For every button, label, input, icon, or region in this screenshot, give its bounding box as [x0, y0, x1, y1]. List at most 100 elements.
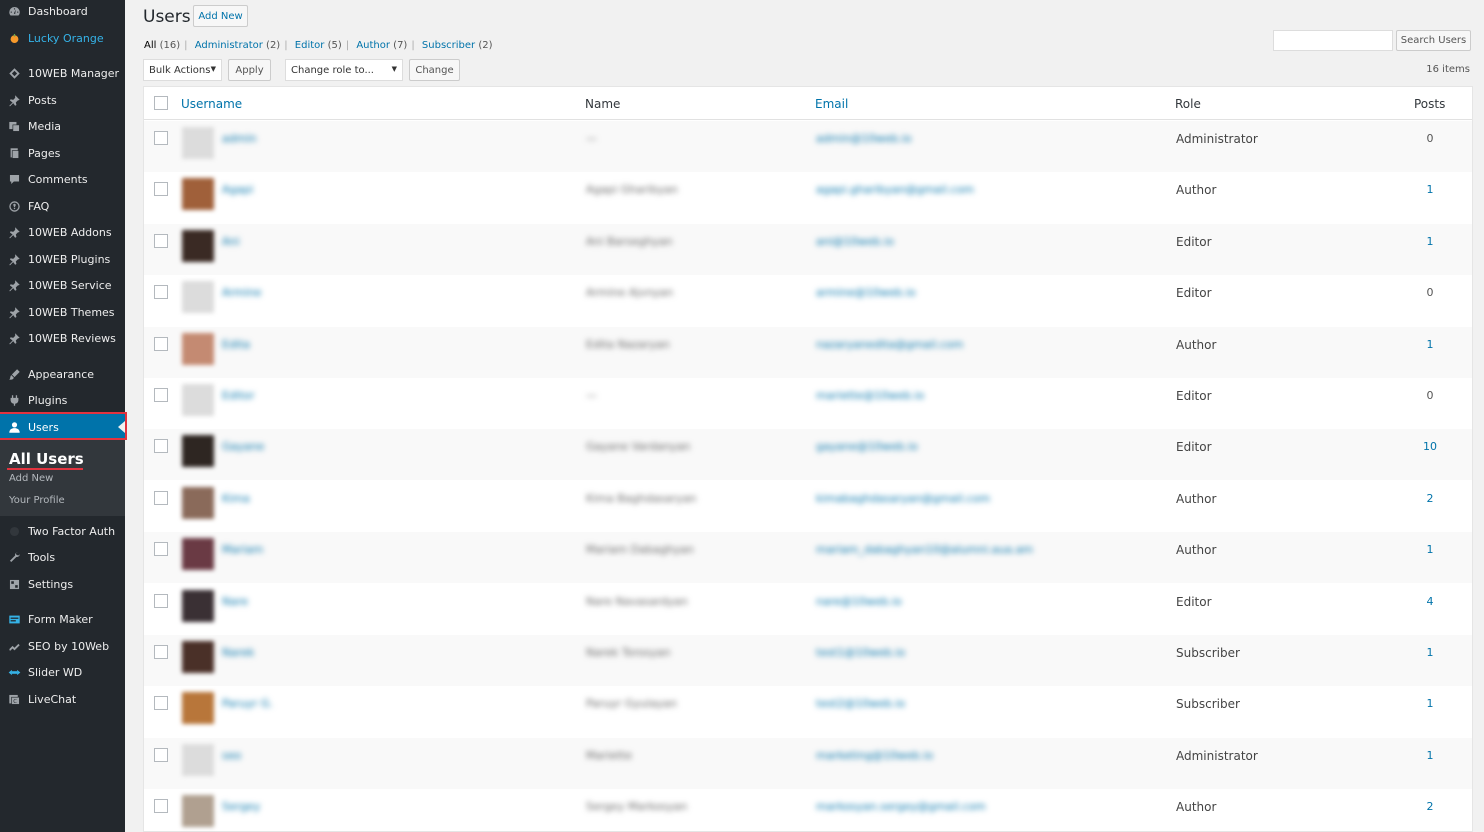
- row-checkbox[interactable]: [154, 233, 168, 248]
- apply-button[interactable]: Apply: [228, 59, 271, 81]
- sidebar-item-comments[interactable]: Comments: [0, 166, 125, 192]
- search-users-input[interactable]: [1273, 30, 1393, 51]
- sidebar-item-plugins[interactable]: Plugins: [0, 387, 125, 413]
- sidebar-item-livechat[interactable]: C LiveChat: [0, 686, 125, 712]
- row-checkbox[interactable]: [154, 388, 168, 402]
- role-value: Author: [1176, 183, 1217, 198]
- table-row: Gayane Gayane Vardanyan gayane@10web.io Edi…: [144, 429, 1472, 481]
- username-link[interactable]: Paruyr G.: [222, 697, 273, 710]
- sidebar-item-dashboard[interactable]: Dashboard: [0, 0, 125, 24]
- filter-editor[interactable]: Editor: [295, 40, 325, 51]
- posts-count[interactable]: 1: [1400, 235, 1460, 248]
- row-checkbox[interactable]: [154, 542, 168, 557]
- posts-count[interactable]: 1: [1400, 183, 1460, 196]
- sidebar-item-faq[interactable]: FAQ: [0, 193, 125, 219]
- sidebar-item-10web-service[interactable]: 10WEB Service: [0, 272, 125, 298]
- filter-all[interactable]: All: [144, 40, 156, 51]
- column-username[interactable]: Username: [181, 97, 242, 111]
- sidebar-item-slider-wd[interactable]: Slider WD: [0, 659, 125, 685]
- username-link[interactable]: Editor: [222, 389, 255, 402]
- email-link[interactable]: mariette@10web.io: [816, 389, 924, 402]
- username-link[interactable]: Narek: [222, 646, 254, 659]
- row-checkbox[interactable]: [154, 645, 168, 659]
- sidebar-item-posts[interactable]: Posts: [0, 87, 125, 113]
- row-checkbox[interactable]: [154, 285, 168, 300]
- bulk-actions-select[interactable]: Bulk Actions ▼: [143, 59, 222, 81]
- username-link[interactable]: Sergey: [222, 800, 260, 813]
- email-link[interactable]: marketing@10web.io: [816, 749, 933, 762]
- change-role-button[interactable]: Change: [409, 59, 460, 81]
- row-checkbox[interactable]: [154, 593, 168, 608]
- row-checkbox[interactable]: [154, 747, 168, 762]
- posts-count[interactable]: 1: [1400, 749, 1460, 762]
- row-checkbox[interactable]: [154, 490, 168, 505]
- submenu-all-users[interactable]: All Users: [9, 450, 84, 468]
- email-link[interactable]: nare@10web.io: [816, 595, 902, 608]
- row-checkbox[interactable]: [154, 182, 168, 197]
- sidebar-item-10web-plugins[interactable]: 10WEB Plugins: [0, 246, 125, 272]
- sidebar-item-10web-themes[interactable]: 10WEB Themes: [0, 299, 125, 325]
- username-link[interactable]: Nare: [222, 595, 248, 608]
- filter-subscriber[interactable]: Subscriber: [422, 40, 475, 51]
- sidebar-item-label: Users: [28, 420, 59, 434]
- sidebar-item-two-factor-auth[interactable]: Two Factor Auth: [0, 518, 125, 544]
- email-link[interactable]: test1@10web.io: [816, 646, 905, 659]
- seo-icon: [0, 640, 28, 653]
- username-link[interactable]: Edita: [222, 338, 250, 351]
- column-email[interactable]: Email: [815, 97, 848, 111]
- username-link[interactable]: Mariam: [222, 543, 263, 556]
- username-link[interactable]: seo: [222, 749, 241, 762]
- username-link[interactable]: Kima: [222, 492, 250, 505]
- sidebar-item-appearance[interactable]: Appearance: [0, 361, 125, 387]
- email-link[interactable]: gayane@10web.io: [816, 440, 918, 453]
- sidebar-item-settings[interactable]: Settings: [0, 571, 125, 597]
- username-link[interactable]: Ani: [222, 235, 240, 248]
- sidebar-item-media[interactable]: Media: [0, 113, 125, 139]
- sidebar-item-pages[interactable]: Pages: [0, 140, 125, 166]
- email-link[interactable]: admin@10web.io: [816, 132, 912, 145]
- row-checkbox[interactable]: [154, 131, 168, 145]
- sidebar-item-users[interactable]: Users: [0, 414, 125, 440]
- posts-count[interactable]: 1: [1400, 338, 1460, 351]
- sidebar-item-lucky-orange[interactable]: Lucky Orange: [0, 25, 125, 51]
- sidebar-item-seo-by-10web[interactable]: SEO by 10Web: [0, 633, 125, 659]
- email-link[interactable]: markosyan.sergey@gmail.com: [816, 800, 986, 813]
- submenu-your-profile[interactable]: Your Profile: [9, 495, 65, 506]
- username-link[interactable]: Gayane: [222, 440, 264, 453]
- sidebar-item-10web-manager[interactable]: 10WEB Manager: [0, 60, 125, 86]
- change-role-select[interactable]: Change role to... ▼: [285, 59, 403, 81]
- username-link[interactable]: Armine: [222, 286, 261, 299]
- email-link[interactable]: test2@10web.io: [816, 697, 905, 710]
- posts-count[interactable]: 1: [1400, 543, 1460, 556]
- select-all-checkbox[interactable]: [154, 96, 168, 110]
- row-checkbox[interactable]: [154, 696, 168, 711]
- posts-count[interactable]: 4: [1400, 595, 1460, 608]
- sidebar-item-10web-reviews[interactable]: 10WEB Reviews: [0, 325, 125, 351]
- username-link[interactable]: Agapi: [222, 183, 253, 196]
- filter-author[interactable]: Author: [356, 40, 390, 51]
- row-checkbox[interactable]: [154, 336, 168, 351]
- row-checkbox[interactable]: [154, 439, 168, 454]
- email-link[interactable]: agapi.gharibyan@gmail.com: [816, 183, 974, 196]
- column-name: Name: [585, 97, 621, 111]
- email-link[interactable]: mariam_dabaghyan10@alumni.aua.am: [816, 543, 1033, 556]
- sidebar-item-tools[interactable]: Tools: [0, 544, 125, 570]
- posts-count[interactable]: 2: [1400, 800, 1460, 813]
- email-link[interactable]: kimabaghdasaryan@gmail.com: [816, 492, 990, 505]
- row-checkbox[interactable]: [154, 799, 168, 814]
- posts-count[interactable]: 1: [1400, 697, 1460, 710]
- filter-administrator[interactable]: Administrator: [195, 40, 263, 51]
- posts-count[interactable]: 10: [1400, 440, 1460, 453]
- username-link[interactable]: admin: [222, 132, 256, 145]
- sidebar-item-label: Dashboard: [28, 4, 88, 18]
- add-new-user-button[interactable]: Add New: [193, 5, 248, 27]
- email-link[interactable]: ani@10web.io: [816, 235, 894, 248]
- posts-count[interactable]: 2: [1400, 492, 1460, 505]
- posts-count[interactable]: 1: [1400, 646, 1460, 659]
- sidebar-item-10web-addons[interactable]: 10WEB Addons: [0, 219, 125, 245]
- sidebar-item-form-maker[interactable]: Form Maker: [0, 606, 125, 632]
- submenu-add-new[interactable]: Add New: [9, 473, 53, 484]
- email-link[interactable]: nazaryanedita@gmail.com: [816, 338, 963, 351]
- search-users-button[interactable]: Search Users: [1396, 30, 1471, 51]
- email-link[interactable]: armine@10web.io: [816, 286, 916, 299]
